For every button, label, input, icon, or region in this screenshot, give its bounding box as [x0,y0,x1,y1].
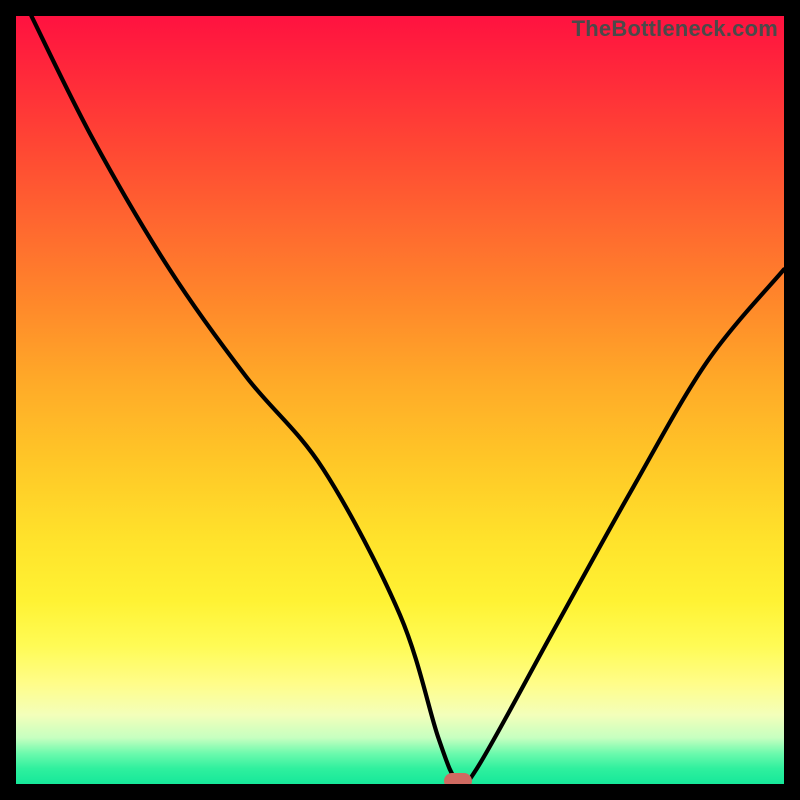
plot-area: TheBottleneck.com [16,16,784,784]
bottleneck-curve [16,16,784,784]
optimum-marker [444,773,472,784]
curve-path [31,16,784,784]
chart-frame: TheBottleneck.com [0,0,800,800]
